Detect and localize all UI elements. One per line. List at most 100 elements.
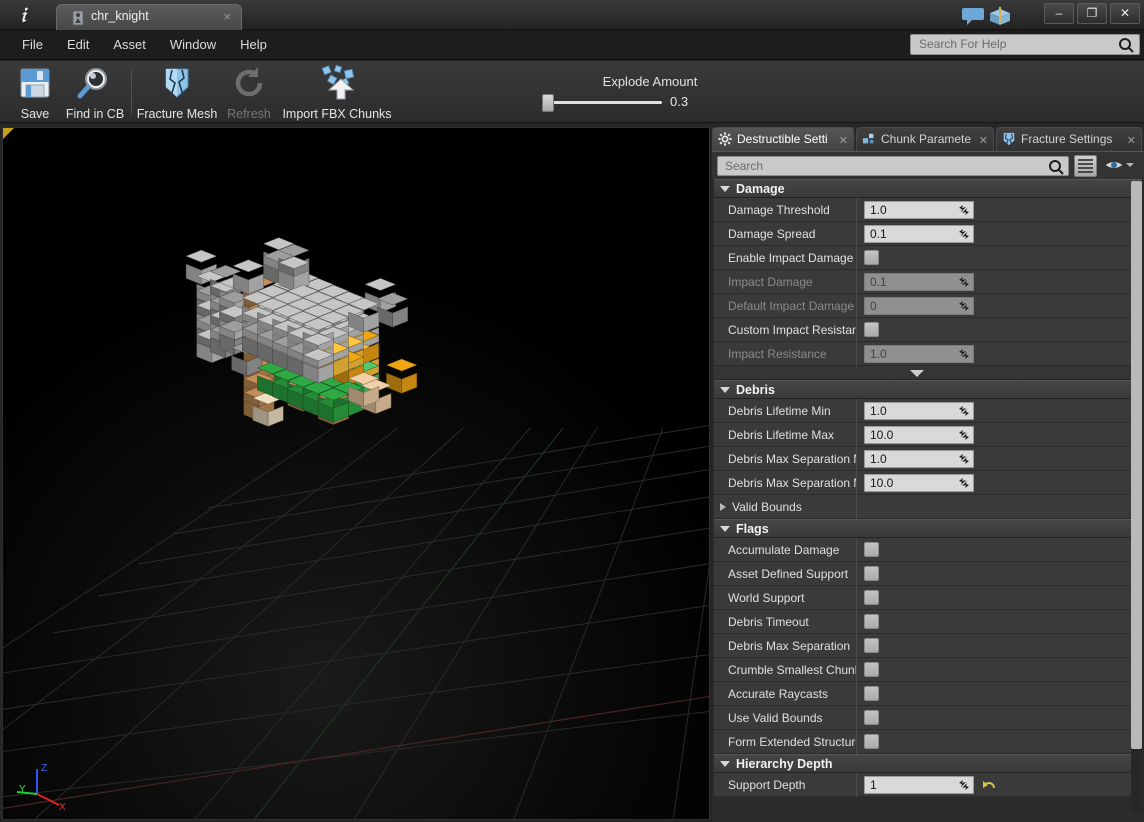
save-button[interactable]: Save — [10, 64, 60, 121]
property-number-input[interactable]: 10.0 — [864, 426, 974, 444]
property-label: Valid Bounds — [732, 500, 802, 514]
property-number-input[interactable]: 0.1 — [864, 273, 974, 291]
property-row-world-support[interactable]: World Support — [714, 586, 1142, 610]
spinner-drag-icon[interactable] — [958, 477, 970, 489]
property-row-accumulate-damage[interactable]: Accumulate Damage — [714, 538, 1142, 562]
fracture-mesh-button[interactable]: Fracture Mesh — [136, 64, 218, 121]
spinner-drag-icon[interactable] — [958, 453, 970, 465]
property-row-crumble-smallest-chunk[interactable]: Crumble Smallest Chunk — [714, 658, 1142, 682]
asset-tab-chr-knight[interactable]: chr_knight × — [56, 4, 242, 30]
asset-tab-close-icon[interactable]: × — [223, 9, 231, 24]
property-row-debris-max-separation-m[interactable]: Debris Max Separation M 1.0 — [714, 447, 1142, 471]
property-checkbox[interactable] — [864, 638, 879, 653]
property-row-impact-damage[interactable]: Impact Damage 0.1 — [714, 270, 1142, 294]
property-list[interactable]: Damage Damage Threshold 1.0 Damage Spread 0.… — [714, 179, 1142, 822]
property-row-impact-resistance[interactable]: Impact Resistance 1.0 — [714, 342, 1142, 366]
import-fbx-chunks-button[interactable]: Import FBX Chunks — [277, 64, 397, 121]
property-row-debris-lifetime-max[interactable]: Debris Lifetime Max 10.0 — [714, 423, 1142, 447]
find-in-cb-button[interactable]: Find in CB — [62, 64, 128, 121]
property-checkbox[interactable] — [864, 542, 879, 557]
chevron-right-icon[interactable] — [720, 503, 726, 511]
tab-fracture-settings[interactable]: Fracture Settings ✕ — [996, 127, 1142, 151]
property-number-input[interactable]: 10.0 — [864, 474, 974, 492]
property-checkbox[interactable] — [864, 686, 879, 701]
property-row-accurate-raycasts[interactable]: Accurate Raycasts — [714, 682, 1142, 706]
property-row-custom-impact-resistan[interactable]: Custom Impact Resistan — [714, 318, 1142, 342]
property-checkbox[interactable] — [864, 734, 879, 749]
details-scrollbar[interactable] — [1131, 181, 1142, 813]
close-button[interactable]: ✕ — [1110, 3, 1140, 24]
menu-asset[interactable]: Asset — [101, 30, 158, 60]
tab-destructible-settings[interactable]: Destructible Setti ✕ — [712, 127, 854, 151]
refresh-button[interactable]: Refresh — [219, 64, 279, 121]
tab-destructible-close-icon[interactable]: ✕ — [839, 130, 848, 151]
property-number-input[interactable]: 1.0 — [864, 345, 974, 363]
grid-view-toggle[interactable] — [1074, 155, 1097, 177]
property-number-input[interactable]: 0 — [864, 297, 974, 315]
explode-amount-slider[interactable] — [544, 101, 662, 104]
fracture-mesh-label: Fracture Mesh — [136, 107, 218, 121]
show-more-properties[interactable] — [714, 366, 1142, 380]
column-divider — [856, 610, 857, 634]
category-header-flags[interactable]: Flags — [714, 519, 1142, 538]
minimize-button[interactable]: – — [1044, 3, 1074, 24]
preview-viewport[interactable]: Z X Y — [2, 127, 710, 820]
property-checkbox[interactable] — [864, 322, 879, 337]
column-divider — [856, 682, 857, 706]
property-number-input[interactable]: 0.1 — [864, 225, 974, 243]
explode-amount-slider-handle[interactable] — [542, 94, 554, 112]
property-row-form-extended-structure[interactable]: Form Extended Structure — [714, 730, 1142, 754]
property-number-input[interactable]: 1 — [864, 776, 974, 794]
maximize-button[interactable]: ❐ — [1077, 3, 1107, 24]
property-row-support-depth[interactable]: Support Depth 1 — [714, 773, 1142, 797]
property-row-damage-threshold[interactable]: Damage Threshold 1.0 — [714, 198, 1142, 222]
view-options-dropdown[interactable] — [1104, 158, 1134, 177]
tab-fracture-close-icon[interactable]: ✕ — [1127, 130, 1136, 151]
property-checkbox[interactable] — [864, 662, 879, 677]
property-number-input[interactable]: 1.0 — [864, 450, 974, 468]
property-row-debris-lifetime-min[interactable]: Debris Lifetime Min 1.0 — [714, 399, 1142, 423]
spinner-drag-icon[interactable] — [958, 405, 970, 417]
details-search-input[interactable]: Search — [717, 156, 1069, 176]
property-row-damage-spread[interactable]: Damage Spread 0.1 — [714, 222, 1142, 246]
spinner-drag-icon[interactable] — [958, 228, 970, 240]
spinner-drag-icon[interactable] — [958, 429, 970, 441]
menu-window[interactable]: Window — [158, 30, 228, 60]
category-header-damage[interactable]: Damage — [714, 179, 1142, 198]
property-row-debris-max-separation[interactable]: Debris Max Separation — [714, 634, 1142, 658]
property-checkbox[interactable] — [864, 566, 879, 581]
property-row-use-valid-bounds[interactable]: Use Valid Bounds — [714, 706, 1142, 730]
category-header-debris[interactable]: Debris — [714, 380, 1142, 399]
property-number-input[interactable]: 1.0 — [864, 402, 974, 420]
spinner-drag-icon[interactable] — [958, 204, 970, 216]
property-row-enable-impact-damage[interactable]: Enable Impact Damage — [714, 246, 1142, 270]
details-scrollbar-thumb[interactable] — [1131, 181, 1142, 749]
property-checkbox[interactable] — [864, 250, 879, 265]
category-header-hierarchy-depth[interactable]: Hierarchy Depth — [714, 754, 1142, 773]
menu-file[interactable]: File — [10, 30, 55, 60]
tab-chunk-close-icon[interactable]: ✕ — [979, 130, 988, 151]
property-label: Damage Threshold — [728, 203, 830, 217]
property-checkbox[interactable] — [864, 590, 879, 605]
spinner-drag-icon[interactable] — [958, 348, 970, 360]
property-row-valid-bounds[interactable]: Valid Bounds — [714, 495, 1142, 519]
property-row-asset-defined-support[interactable]: Asset Defined Support — [714, 562, 1142, 586]
menu-edit[interactable]: Edit — [55, 30, 101, 60]
refresh-label: Refresh — [227, 107, 271, 121]
property-checkbox[interactable] — [864, 614, 879, 629]
tab-chunk-parameters[interactable]: Chunk Paramete ✕ — [856, 127, 994, 151]
property-row-default-impact-damage-i[interactable]: Default Impact Damage I 0 — [714, 294, 1142, 318]
column-divider — [856, 471, 857, 495]
property-row-debris-max-separation-m[interactable]: Debris Max Separation M 10.0 — [714, 471, 1142, 495]
spinner-drag-icon[interactable] — [958, 276, 970, 288]
property-label: Impact Resistance — [728, 347, 827, 361]
column-divider — [856, 658, 857, 682]
property-checkbox[interactable] — [864, 710, 879, 725]
property-number-input[interactable]: 1.0 — [864, 201, 974, 219]
menu-help[interactable]: Help — [228, 30, 279, 60]
property-row-debris-timeout[interactable]: Debris Timeout — [714, 610, 1142, 634]
reset-to-default-icon[interactable] — [982, 778, 996, 792]
help-search-input[interactable]: Search For Help — [910, 34, 1140, 55]
spinner-drag-icon[interactable] — [958, 779, 970, 791]
spinner-drag-icon[interactable] — [958, 300, 970, 312]
